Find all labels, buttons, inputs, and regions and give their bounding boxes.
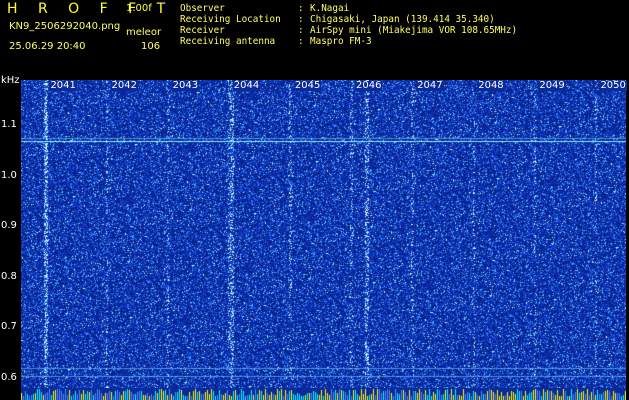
- x-tick-label: 2050: [599, 80, 627, 91]
- info-key: Receiving Location: [180, 14, 281, 25]
- y-tick-label: 0.9: [1, 220, 17, 232]
- info-value: AirSpy mini (Miakejima VOR 108.65MHz): [310, 25, 518, 36]
- x-tick-label: 2048: [477, 80, 505, 91]
- spectrogram-canvas: [21, 80, 626, 388]
- info-key: Observer: [180, 3, 225, 14]
- info-row-location: Receiving Location: Chigasaki, Japan (139…: [180, 14, 495, 25]
- meteor-count-label: meleor: [126, 27, 162, 38]
- hroft-spectrogram-screen: H R O F F T 1.00f KN9_2506292040.png mel…: [0, 0, 629, 400]
- info-separator: :: [298, 36, 304, 47]
- x-tick-label: 2044: [232, 80, 261, 91]
- app-version: 1.00f: [126, 3, 152, 14]
- x-tick-label: 2049: [538, 80, 566, 91]
- x-tick-label: 2046: [355, 80, 383, 91]
- y-tick-label: 1.1: [1, 119, 17, 131]
- x-tick-label: 2042: [110, 80, 138, 91]
- y-tick-label: 1.0: [1, 169, 17, 181]
- meteor-count-value: 106: [141, 41, 161, 52]
- info-separator: :: [298, 3, 304, 14]
- x-tick-label: 2041: [49, 80, 77, 91]
- info-key: Receiver: [180, 25, 225, 36]
- info-value: Chigasaki, Japan (139.414 35.340): [310, 14, 495, 25]
- info-value: Maspro FM-3: [310, 36, 372, 47]
- x-axis-time-labels: 2041 2042 2043 2044 2045 2046 2047 2048 2049 2050: [0, 79, 629, 93]
- info-row-observer: Observer: K.Nagai: [180, 3, 349, 14]
- x-tick-label: 2047: [416, 80, 444, 91]
- info-separator: :: [298, 25, 304, 36]
- capture-datetime: 25.06.29 20:40: [9, 41, 86, 52]
- info-value: K.Nagai: [310, 3, 350, 14]
- image-filename: KN9_2506292040.png: [9, 21, 121, 32]
- y-tick-label: 0.7: [1, 321, 17, 333]
- y-tick-label: 0.8: [1, 270, 17, 282]
- detection-bar: [21, 388, 626, 400]
- x-tick-label: 2043: [171, 80, 200, 91]
- y-tick-label: 0.6: [1, 371, 17, 383]
- info-separator: :: [298, 14, 304, 25]
- x-tick-label: 2045: [293, 80, 322, 91]
- info-key: Receiving antenna: [180, 36, 276, 47]
- info-row-receiver: Receiver: AirSpy mini (Miakejima VOR 108.…: [180, 25, 517, 36]
- info-row-antenna: Receiving antenna: Maspro FM-3: [180, 36, 372, 47]
